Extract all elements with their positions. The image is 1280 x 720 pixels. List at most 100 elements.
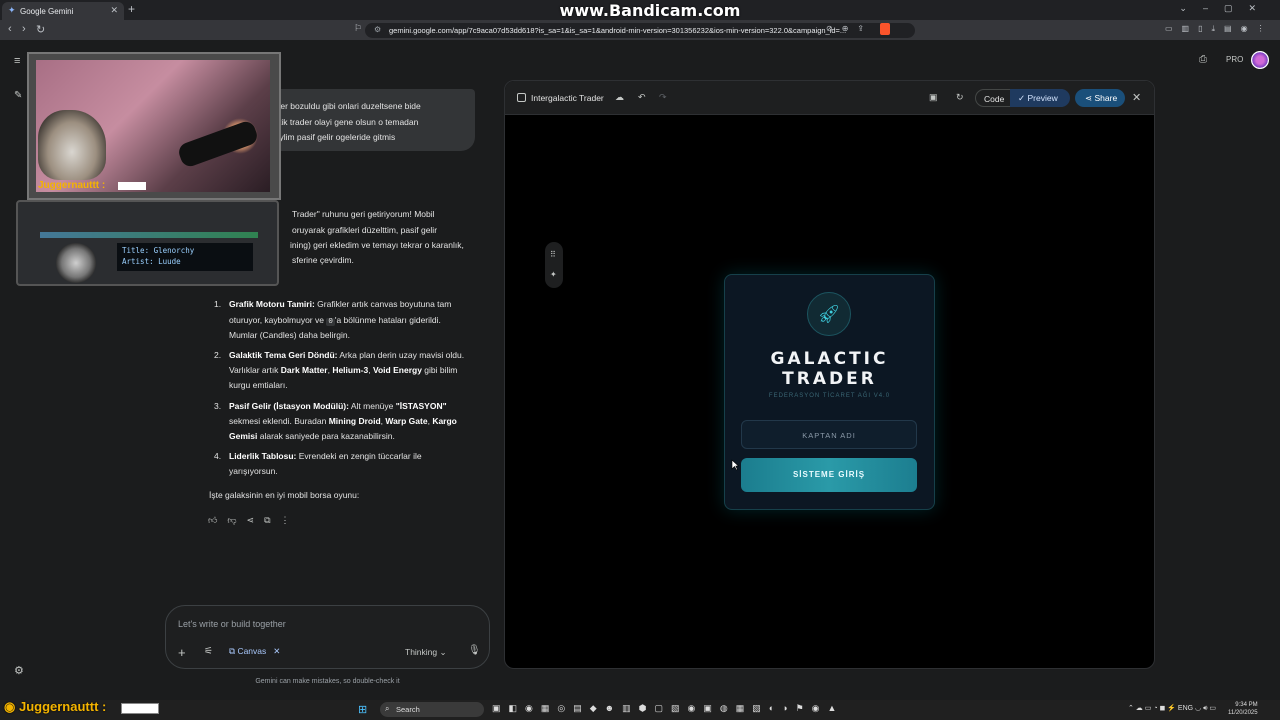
list-number: 3. (214, 401, 222, 411)
list-item-title: Galaktik Tema Geri Döndü: (229, 350, 338, 360)
system-clock[interactable]: 9:34 PM 11/20/2025 (1228, 701, 1258, 717)
streamer-signature-bottom (121, 703, 159, 714)
list-item-text: gibi bilim (421, 365, 458, 375)
canvas-header: Intergalactic Trader ☁ ↶ ↷ ▣ ↻ Code ✓ Pr… (505, 81, 1154, 115)
avatar[interactable] (1251, 51, 1269, 69)
cloud-save-icon[interactable]: ☁ (615, 92, 624, 103)
close-panel-icon[interactable]: ✕ (1132, 91, 1141, 104)
tray-status-icons: ◡ 🔊︎ ▭ (1193, 705, 1217, 712)
login-button[interactable]: SİSTEME GİRİŞ (741, 458, 917, 492)
list-item-text: 'a bölünme hataları giderildi. (334, 315, 441, 325)
list-item-line: Galaktik Tema Geri Döndü: Arka plan deri… (229, 350, 464, 360)
response-actions: 👍︎👎︎⋖⧉⋮ (208, 515, 300, 526)
model-selector-label: Thinking (405, 647, 438, 657)
taskbar-app-icons[interactable]: ▣◧◉▦◎▤◆☻▥⬢▢▧◉▣◍▦▧◐◑⚑◉▲ (492, 703, 844, 714)
list-item-bold: Helium-3 (332, 365, 369, 375)
back-icon[interactable]: ‹ (8, 23, 12, 35)
brave-shield-icon[interactable] (880, 23, 890, 35)
remove-canvas-icon[interactable]: ✕ (273, 646, 280, 656)
share-icon[interactable]: ⋖ (247, 515, 265, 525)
canvas-chip[interactable]: ⧉ Canvas ✕ (229, 646, 280, 657)
thumbs-up-icon[interactable]: 👍︎ (208, 515, 227, 525)
list-item-line: Mumlar (Candles) daha belirgin. (229, 330, 350, 340)
captain-name-input[interactable]: KAPTAN ADI (741, 420, 917, 449)
list-item-line: Liderlik Tablosu: Evrendeki en zengin tü… (229, 451, 422, 461)
prompt-input[interactable]: Let's write or build together (178, 619, 286, 629)
screenshot-icon[interactable]: ▣ (929, 92, 938, 103)
stereo-eq-bar (40, 232, 258, 238)
settings-gear-icon[interactable]: ⚙ (14, 664, 24, 677)
list-item-bold: Warp Gate (385, 416, 428, 426)
redo-icon[interactable]: ↷ (659, 92, 667, 103)
list-item-bold: Dark Matter (280, 365, 328, 375)
code-tab[interactable]: Code (984, 94, 1004, 104)
game-subtitle: FEDERASYON TİCARET AĞI V4.0 (768, 393, 891, 399)
url-text: gemini.google.com/app/7c9aca07d53dd618?i… (389, 26, 847, 35)
windows-start-icon[interactable]: ⊞ (358, 703, 367, 716)
taskbar-search-label: Search (396, 705, 420, 714)
game-title-line1: GALACTIC (770, 349, 889, 369)
address-bar-actions[interactable]: ⊘⊕⇪ (826, 24, 873, 33)
reload-icon[interactable]: ↻ (36, 23, 45, 36)
user-message-line: fikler bozuldu gibi onlari duzeltsene bi… (270, 101, 421, 111)
add-attachment-icon[interactable]: + (178, 645, 186, 660)
list-item-line: yarışıyorsun. (229, 466, 278, 476)
system-tray[interactable]: ⌃ ☁ ▭ ◔ ◼ ⚡ ENG ◡ 🔊︎ ▭ (1128, 704, 1216, 713)
streamer-tag-text: Juggernauttt : (18, 699, 107, 714)
sparkle-edit-icon[interactable]: ✦ (550, 270, 557, 279)
list-number: 1. (214, 299, 222, 309)
model-selector[interactable]: Thinking ⌄ (405, 647, 447, 658)
taskbar-search[interactable]: ⌕ Search (380, 702, 484, 717)
streamer-tag: Juggernauttt : (38, 180, 106, 191)
list-item-line: Varlıklar artık Dark Matter, Helium-3, V… (229, 365, 457, 375)
stereo-knob (56, 243, 96, 283)
drag-handle-icon[interactable]: ⠿ (550, 250, 556, 259)
print-icon[interactable]: ⎙ (1199, 54, 1207, 65)
list-item-line: oturuyor, kaybolmuyor ve 0'a bölünme hat… (229, 315, 441, 327)
app-icon (517, 93, 526, 102)
list-item-title: Grafik Motoru Tamiri: (229, 299, 315, 309)
tray-icons: ⌃ ☁ ▭ ◔ ◼ ⚡ (1128, 705, 1178, 712)
undo-icon[interactable]: ↶ (638, 92, 646, 103)
response-line: ining) geri ekledim ve temayı tekrar o k… (290, 240, 464, 250)
list-item-text: alarak saniyede para kazanabilirsin. (257, 431, 395, 441)
list-item-bold: Void Energy (372, 365, 422, 375)
prompt-box[interactable] (165, 605, 490, 669)
bookmark-icon[interactable]: ⚐ (354, 23, 362, 34)
list-item-bold: "İSTASYON" (395, 401, 447, 411)
toolbar-extensions[interactable]: ▭▥▯⤓▤◉⋮ (1165, 24, 1274, 34)
response-line: sferine çevirdim. (292, 255, 354, 265)
hamster-icon: ◉ (4, 699, 19, 714)
share-button[interactable]: ⋖ Share (1075, 89, 1125, 107)
list-item-text: sekmesi eklendi. Buradan (229, 416, 329, 426)
thumbs-down-icon[interactable]: 👎︎ (227, 515, 246, 525)
tools-icon[interactable]: ⚟ (204, 646, 213, 657)
list-item-text: Arka plan derin uzay mavisi oldu. (337, 350, 465, 360)
list-item-line: kurgu emtiaları. (229, 380, 288, 390)
language-indicator[interactable]: ENG (1178, 705, 1193, 712)
site-info-icon[interactable]: ⚙ (374, 25, 381, 34)
list-number: 4. (214, 451, 222, 461)
game-title-line2: TRADER (782, 369, 877, 389)
preview-tab[interactable]: ✓ Preview (1010, 89, 1070, 107)
share-button-label: Share (1094, 93, 1118, 103)
list-item-bold: Kargo (432, 416, 457, 426)
clock-time: 9:34 PM (1235, 702, 1258, 708)
clock-date: 11/20/2025 (1228, 710, 1258, 716)
cat-image (38, 110, 106, 180)
inline-code: 0 (326, 318, 335, 326)
new-chat-icon[interactable]: ✎ (14, 90, 22, 101)
more-icon[interactable]: ⋮ (281, 515, 300, 525)
browser-nav-bar: ‹ › ↻ ⚐ ⚙ gemini.google.com/app/7c9aca07… (0, 20, 1280, 40)
list-item-bold: Mining Droid (328, 416, 381, 426)
list-item-title: Liderlik Tablosu: (229, 451, 297, 461)
copy-icon[interactable]: ⧉ (264, 515, 280, 525)
canvas-chip-label: Canvas (237, 646, 267, 656)
microphone-icon[interactable]: 🎙︎ (468, 645, 481, 656)
forward-icon[interactable]: › (22, 23, 26, 35)
list-item-line: Gemisi alarak saniyede para kazanabilirs… (229, 431, 395, 441)
view-toggle: Code ✓ Preview (975, 89, 1070, 107)
user-message-line: aktik trader olayi gene olsun o temadan (270, 117, 419, 127)
menu-icon[interactable]: ≡ (14, 55, 20, 67)
refresh-icon[interactable]: ↻ (956, 92, 964, 103)
